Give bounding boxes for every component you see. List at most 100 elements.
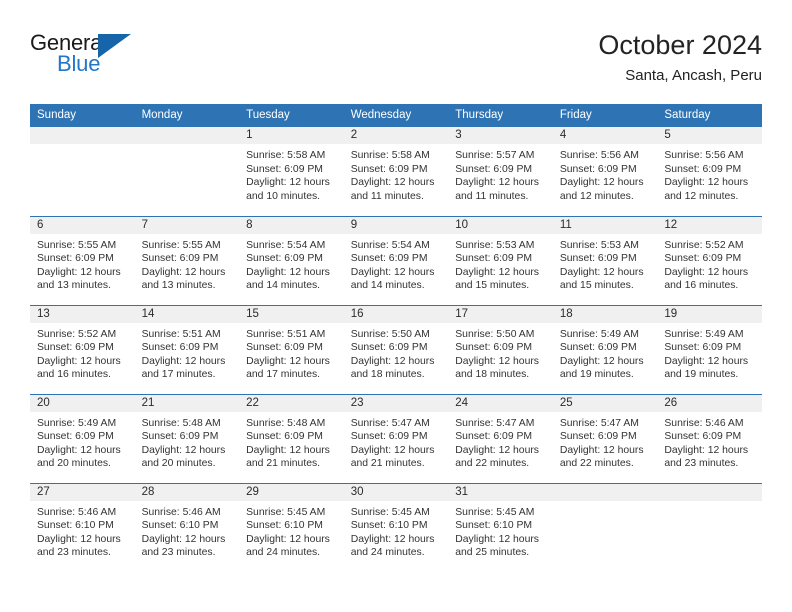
day-details: Sunrise: 5:46 AM Sunset: 6:10 PM Daylight:… (30, 501, 135, 560)
daylight-text-line2: and 19 minutes. (664, 369, 739, 381)
sunset-text: Sunset: 6:10 PM (37, 520, 114, 532)
calendar-day-cell[interactable]: 17 Sunrise: 5:50 AM Sunset: 6:09 PM Dayligh… (448, 304, 553, 394)
day-details: Sunrise: 5:46 AM Sunset: 6:10 PM Daylight:… (135, 501, 240, 560)
calendar-day-cell[interactable]: 31 Sunrise: 5:45 AM Sunset: 6:10 PM Dayligh… (448, 482, 553, 572)
day-details: Sunrise: 5:54 AM Sunset: 6:09 PM Daylight:… (239, 234, 344, 293)
daylight-text-line1: Daylight: 12 hours (664, 444, 749, 456)
day-number: 10 (448, 216, 553, 234)
day-details: Sunrise: 5:52 AM Sunset: 6:09 PM Daylight:… (30, 323, 135, 382)
sunset-text: Sunset: 6:09 PM (141, 253, 219, 265)
day-number: 15 (239, 305, 344, 323)
general-blue-logo[interactable]: General Blue (30, 30, 170, 86)
daylight-text-line2: and 21 minutes. (350, 458, 425, 470)
calendar-day-cell[interactable]: 9 Sunrise: 5:54 AM Sunset: 6:09 PM Daylight… (343, 215, 449, 305)
daylight-text-line1: Daylight: 12 hours (664, 266, 749, 278)
calendar-day-cell[interactable]: 11 Sunrise: 5:53 AM Sunset: 6:09 PM Dayligh… (552, 215, 658, 305)
calendar-day-cell[interactable]: 8 Sunrise: 5:54 AM Sunset: 6:09 PM Daylight… (239, 215, 344, 305)
calendar-day-cell[interactable]: 13 Sunrise: 5:52 AM Sunset: 6:09 PM Dayligh… (30, 304, 135, 394)
day-details (135, 144, 240, 149)
calendar-day-cell[interactable]: 3 Sunrise: 5:57 AM Sunset: 6:09 PM Daylight… (448, 127, 553, 216)
day-details: Sunrise: 5:48 AM Sunset: 6:09 PM Daylight:… (135, 412, 240, 471)
calendar-day-cell[interactable]: 12 Sunrise: 5:52 AM Sunset: 6:09 PM Dayligh… (657, 215, 762, 305)
day-details: Sunrise: 5:52 AM Sunset: 6:09 PM Daylight:… (657, 234, 762, 293)
day-number: 19 (657, 305, 762, 323)
page-header: General Blue October 2024 Santa, Ancash,… (30, 28, 762, 96)
calendar-day-cell[interactable]: 28 Sunrise: 5:46 AM Sunset: 6:10 PM Dayligh… (134, 482, 240, 572)
day-details: Sunrise: 5:54 AM Sunset: 6:09 PM Daylight:… (344, 234, 449, 293)
calendar-day-cell[interactable]: 5 Sunrise: 5:56 AM Sunset: 6:09 PM Daylight… (657, 127, 762, 216)
sunset-text: Sunset: 6:09 PM (350, 431, 428, 443)
calendar-day-cell[interactable]: 22 Sunrise: 5:48 AM Sunset: 6:09 PM Dayligh… (239, 393, 344, 483)
sunset-text: Sunset: 6:10 PM (455, 520, 533, 532)
daylight-text-line2: and 16 minutes. (37, 369, 111, 381)
calendar-day-cell[interactable]: 27 Sunrise: 5:46 AM Sunset: 6:10 PM Dayligh… (30, 482, 135, 572)
calendar-day-cell[interactable]: 18 Sunrise: 5:49 AM Sunset: 6:09 PM Dayligh… (552, 304, 658, 394)
day-number: 29 (239, 483, 344, 501)
day-details: Sunrise: 5:47 AM Sunset: 6:09 PM Daylight:… (448, 412, 553, 471)
sunrise-text: Sunrise: 5:56 AM (559, 150, 639, 161)
calendar-day-cell[interactable]: 25 Sunrise: 5:47 AM Sunset: 6:09 PM Dayligh… (552, 393, 658, 483)
daylight-text-line1: Daylight: 12 hours (455, 266, 539, 278)
sunset-text: Sunset: 6:09 PM (350, 342, 428, 354)
day-details: Sunrise: 5:56 AM Sunset: 6:09 PM Daylight:… (553, 144, 658, 203)
day-details: Sunrise: 5:57 AM Sunset: 6:09 PM Daylight:… (448, 144, 553, 203)
day-number: 22 (239, 394, 344, 412)
day-number: 3 (448, 127, 553, 144)
day-number: 24 (448, 394, 553, 412)
calendar-day-cell[interactable]: 21 Sunrise: 5:48 AM Sunset: 6:09 PM Dayligh… (134, 393, 240, 483)
daylight-text-line1: Daylight: 12 hours (455, 355, 539, 367)
calendar-day-cell[interactable]: 15 Sunrise: 5:51 AM Sunset: 6:09 PM Dayligh… (239, 304, 344, 394)
calendar-day-cell[interactable]: 1 Sunrise: 5:58 AM Sunset: 6:09 PM Daylight… (239, 127, 344, 216)
sunset-text: Sunset: 6:09 PM (559, 163, 637, 175)
day-number: 12 (657, 216, 762, 234)
day-details: Sunrise: 5:56 AM Sunset: 6:09 PM Daylight:… (657, 144, 762, 203)
day-number: 21 (134, 394, 240, 412)
daylight-text-line2: and 15 minutes. (559, 280, 634, 292)
weekday-header-saturday: Saturday (657, 104, 762, 127)
calendar-day-cell[interactable]: 7 Sunrise: 5:55 AM Sunset: 6:09 PM Daylight… (134, 215, 240, 305)
calendar-day-cell[interactable]: 10 Sunrise: 5:53 AM Sunset: 6:09 PM Dayligh… (448, 215, 553, 305)
sunset-text: Sunset: 6:09 PM (455, 342, 533, 354)
daylight-text-line1: Daylight: 12 hours (246, 266, 330, 278)
calendar-day-cell[interactable]: 2 Sunrise: 5:58 AM Sunset: 6:09 PM Daylight… (343, 127, 449, 216)
day-details: Sunrise: 5:55 AM Sunset: 6:09 PM Daylight:… (30, 234, 135, 293)
sunset-text: Sunset: 6:09 PM (37, 253, 114, 265)
calendar-day-cell[interactable]: 6 Sunrise: 5:55 AM Sunset: 6:09 PM Daylight… (30, 215, 135, 305)
sunrise-text: Sunrise: 5:53 AM (559, 239, 639, 251)
day-details: Sunrise: 5:45 AM Sunset: 6:10 PM Daylight:… (239, 501, 344, 560)
calendar-day-cell[interactable]: 4 Sunrise: 5:56 AM Sunset: 6:09 PM Daylight… (552, 127, 658, 216)
daylight-text-line2: and 14 minutes. (246, 280, 321, 292)
daylight-text-line2: and 15 minutes. (455, 280, 530, 292)
daylight-text-line1: Daylight: 12 hours (246, 444, 330, 456)
calendar-day-cell[interactable]: 20 Sunrise: 5:49 AM Sunset: 6:09 PM Dayligh… (30, 393, 135, 483)
calendar-day-cell[interactable]: 16 Sunrise: 5:50 AM Sunset: 6:09 PM Dayligh… (343, 304, 449, 394)
daylight-text-line1: Daylight: 12 hours (37, 266, 121, 278)
daylight-text-line2: and 13 minutes. (37, 280, 111, 292)
sunset-text: Sunset: 6:09 PM (246, 253, 323, 265)
sunrise-text: Sunrise: 5:45 AM (455, 506, 535, 518)
sunset-text: Sunset: 6:09 PM (664, 163, 742, 175)
day-details: Sunrise: 5:58 AM Sunset: 6:09 PM Daylight:… (239, 144, 344, 203)
sunrise-text: Sunrise: 5:46 AM (141, 506, 221, 518)
calendar-body: 1 Sunrise: 5:58 AM Sunset: 6:09 PM Daylight… (30, 127, 762, 572)
sunset-text: Sunset: 6:09 PM (246, 431, 323, 443)
calendar-day-cell[interactable]: 19 Sunrise: 5:49 AM Sunset: 6:09 PM Dayligh… (657, 304, 762, 394)
calendar-day-cell[interactable]: 30 Sunrise: 5:45 AM Sunset: 6:10 PM Dayligh… (343, 482, 449, 572)
daylight-text-line1: Daylight: 12 hours (559, 444, 644, 456)
day-details: Sunrise: 5:47 AM Sunset: 6:09 PM Daylight:… (344, 412, 449, 471)
calendar-day-cell[interactable]: 24 Sunrise: 5:47 AM Sunset: 6:09 PM Dayligh… (448, 393, 553, 483)
day-number: 6 (30, 216, 135, 234)
daylight-text-line2: and 22 minutes. (559, 458, 634, 470)
calendar-page: General Blue October 2024 Santa, Ancash,… (0, 0, 792, 612)
daylight-text-line2: and 24 minutes. (246, 547, 321, 559)
daylight-text-line1: Daylight: 12 hours (455, 533, 539, 545)
calendar-day-cell[interactable]: 23 Sunrise: 5:47 AM Sunset: 6:09 PM Dayligh… (343, 393, 449, 483)
sunrise-text: Sunrise: 5:55 AM (37, 239, 117, 251)
day-number: 9 (343, 216, 449, 234)
calendar-day-cell[interactable]: 29 Sunrise: 5:45 AM Sunset: 6:10 PM Dayligh… (239, 482, 344, 572)
page-subtitle: Santa, Ancash, Peru (625, 67, 762, 84)
daylight-text-line2: and 18 minutes. (455, 369, 530, 381)
calendar-day-cell[interactable]: 14 Sunrise: 5:51 AM Sunset: 6:09 PM Dayligh… (134, 304, 240, 394)
daylight-text-line1: Daylight: 12 hours (559, 177, 644, 189)
calendar-day-cell[interactable]: 26 Sunrise: 5:46 AM Sunset: 6:09 PM Dayligh… (657, 393, 762, 483)
